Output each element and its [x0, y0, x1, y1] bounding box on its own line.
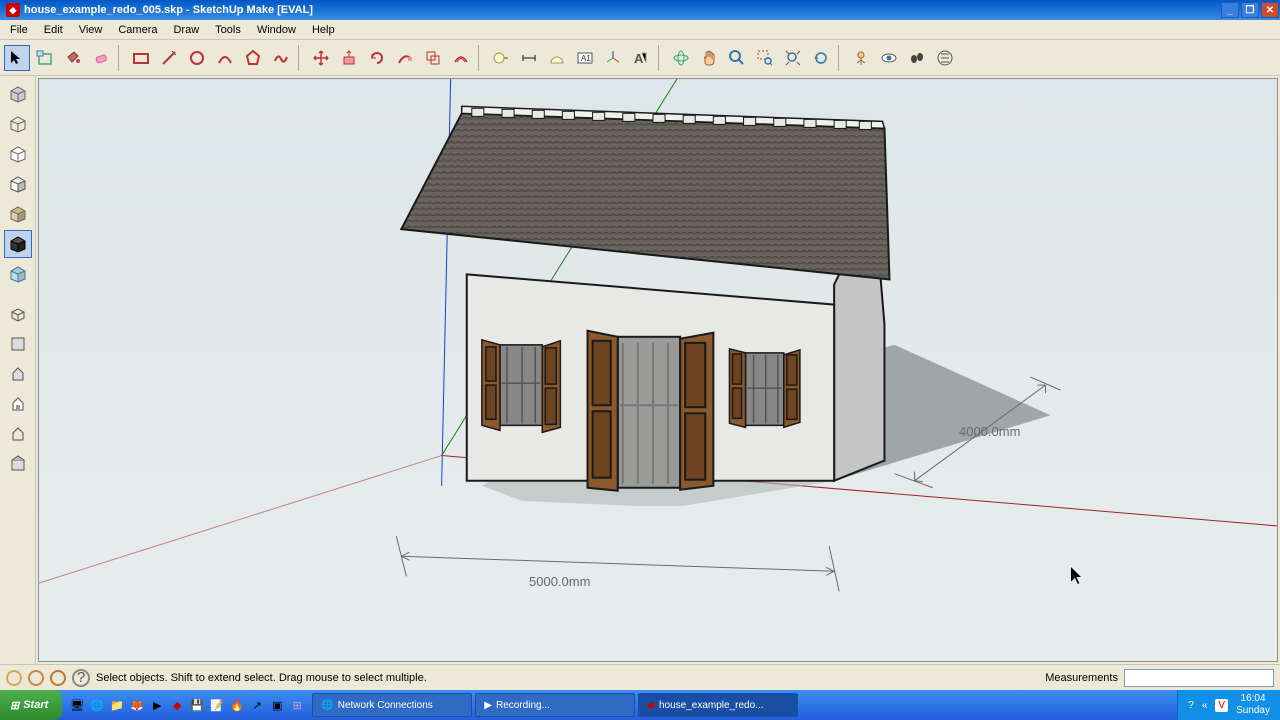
status-indicator-1[interactable] — [6, 670, 22, 686]
tape-measure-icon[interactable] — [488, 45, 514, 71]
pan-tool-icon[interactable] — [696, 45, 722, 71]
3dtext-tool-icon[interactable]: A — [628, 45, 654, 71]
dimension-depth: 4000.0mm — [959, 424, 1020, 439]
view-top-icon[interactable] — [4, 330, 32, 358]
status-indicator-3[interactable] — [50, 670, 66, 686]
arc-tool-icon[interactable] — [212, 45, 238, 71]
zoom-tool-icon[interactable] — [724, 45, 750, 71]
taskbar-item-recording[interactable]: ▶Recording... — [475, 693, 635, 717]
svg-text:A1: A1 — [581, 54, 591, 63]
minimize-button[interactable]: _ — [1221, 2, 1239, 18]
style-shaded2-icon[interactable] — [4, 170, 32, 198]
zoom-window-icon[interactable] — [752, 45, 778, 71]
tray-shield-icon[interactable]: V — [1215, 699, 1228, 712]
tray-clock[interactable]: 16:04 Sunday — [1236, 693, 1270, 717]
quick-launch: 🖥 🌐 📁 🦊 ▶ ◆ 💾 📝 🔥 ↗ ▣ ⊞ — [62, 696, 312, 714]
status-indicator-2[interactable] — [28, 670, 44, 686]
tray-chevron-icon[interactable]: « — [1202, 700, 1208, 711]
view-front-icon[interactable] — [4, 360, 32, 388]
ql-sketchup-icon[interactable]: ◆ — [168, 696, 186, 714]
style-mono-icon[interactable] — [4, 200, 32, 228]
zoom-extents-icon[interactable] — [780, 45, 806, 71]
previous-view-icon[interactable] — [808, 45, 834, 71]
select-tool-icon[interactable] — [4, 45, 30, 71]
make-component-icon[interactable] — [32, 45, 58, 71]
eraser-icon[interactable] — [88, 45, 114, 71]
ql-save-icon[interactable]: 💾 — [188, 696, 206, 714]
system-tray: ? « V 16:04 Sunday — [1177, 690, 1280, 720]
status-bar: ? Select objects. Shift to extend select… — [0, 664, 1280, 690]
pushpull-tool-icon[interactable] — [336, 45, 362, 71]
3d-viewport[interactable]: 5000.0mm 4000.0mm — [38, 78, 1278, 662]
left-toolbar — [0, 76, 36, 664]
offset-tool-icon[interactable] — [448, 45, 474, 71]
circle-tool-icon[interactable] — [184, 45, 210, 71]
status-hint: Select objects. Shift to extend select. … — [96, 672, 427, 684]
menu-view[interactable]: View — [71, 22, 111, 38]
windows-taskbar: ⊞Start 🖥 🌐 📁 🦊 ▶ ◆ 💾 📝 🔥 ↗ ▣ ⊞ 🌐Network … — [0, 690, 1280, 720]
ql-app5-icon[interactable]: ▣ — [268, 696, 286, 714]
view-back-icon[interactable] — [4, 420, 32, 448]
ql-app3-icon[interactable]: 📝 — [208, 696, 226, 714]
style-hidden-line-icon[interactable] — [4, 140, 32, 168]
window-titlebar: ◆ house_example_redo_005.skp - SketchUp … — [0, 0, 1280, 20]
paint-bucket-icon[interactable] — [60, 45, 86, 71]
maximize-button[interactable]: ❐ — [1241, 2, 1259, 18]
menu-window[interactable]: Window — [249, 22, 304, 38]
text-tool-icon[interactable]: A1 — [572, 45, 598, 71]
menu-bar: File Edit View Camera Draw Tools Window … — [0, 20, 1280, 40]
move-tool-icon[interactable] — [308, 45, 334, 71]
window-title: house_example_redo_005.skp - SketchUp Ma… — [24, 4, 313, 16]
dimension-width: 5000.0mm — [529, 574, 590, 589]
ql-ie-icon[interactable]: 🌐 — [88, 696, 106, 714]
ql-firefox-icon[interactable]: 🔥 — [228, 696, 246, 714]
style-textured-icon[interactable] — [4, 230, 32, 258]
ql-desktop-icon[interactable]: 🖥 — [68, 696, 86, 714]
start-button[interactable]: ⊞Start — [0, 690, 62, 720]
line-tool-icon[interactable] — [156, 45, 182, 71]
ql-explorer-icon[interactable]: 📁 — [108, 696, 126, 714]
menu-edit[interactable]: Edit — [36, 22, 71, 38]
menu-camera[interactable]: Camera — [110, 22, 165, 38]
protractor-tool-icon[interactable] — [544, 45, 570, 71]
menu-help[interactable]: Help — [304, 22, 343, 38]
style-wireframe-icon[interactable] — [4, 110, 32, 138]
help-icon[interactable]: ? — [72, 669, 90, 687]
ql-app2-icon[interactable]: ▶ — [148, 696, 166, 714]
ql-app1-icon[interactable]: 🦊 — [128, 696, 146, 714]
taskbar-item-network[interactable]: 🌐Network Connections — [312, 693, 472, 717]
menu-draw[interactable]: Draw — [165, 22, 207, 38]
ql-app4-icon[interactable]: ↗ — [248, 696, 266, 714]
followme-tool-icon[interactable] — [392, 45, 418, 71]
scale-tool-icon[interactable] — [420, 45, 446, 71]
scene-render — [39, 79, 1277, 661]
polygon-tool-icon[interactable] — [240, 45, 266, 71]
view-left-icon[interactable] — [4, 450, 32, 478]
orbit-tool-icon[interactable] — [668, 45, 694, 71]
freehand-tool-icon[interactable] — [268, 45, 294, 71]
app-icon: ◆ — [6, 3, 20, 17]
ql-app6-icon[interactable]: ⊞ — [288, 696, 306, 714]
measurements-label: Measurements — [1045, 672, 1118, 684]
style-xray-icon[interactable] — [4, 260, 32, 288]
tray-help-icon[interactable]: ? — [1188, 700, 1194, 711]
style-shaded-icon[interactable] — [4, 80, 32, 108]
close-button[interactable]: ✕ — [1261, 2, 1279, 18]
axes-tool-icon[interactable] — [600, 45, 626, 71]
position-camera-icon[interactable] — [848, 45, 874, 71]
look-around-icon[interactable] — [876, 45, 902, 71]
walk-tool-icon[interactable] — [904, 45, 930, 71]
section-plane-icon[interactable] — [932, 45, 958, 71]
rotate-tool-icon[interactable] — [364, 45, 390, 71]
measurements-input[interactable] — [1124, 669, 1274, 687]
top-toolbar: A1 A — [0, 40, 1280, 76]
menu-tools[interactable]: Tools — [207, 22, 249, 38]
dimension-tool-icon[interactable] — [516, 45, 542, 71]
view-iso-icon[interactable] — [4, 300, 32, 328]
taskbar-item-sketchup[interactable]: ◆house_example_redo... — [638, 693, 798, 717]
view-right-icon[interactable] — [4, 390, 32, 418]
menu-file[interactable]: File — [2, 22, 36, 38]
rectangle-tool-icon[interactable] — [128, 45, 154, 71]
